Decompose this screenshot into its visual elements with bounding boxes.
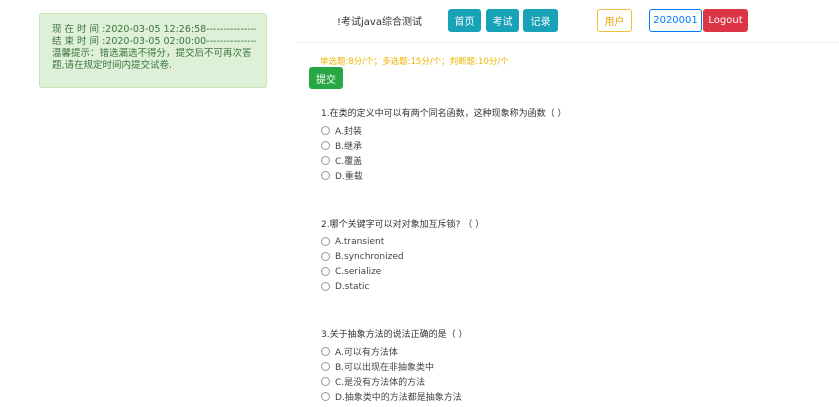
option-b[interactable]: B.synchronized (321, 249, 484, 264)
radio-button[interactable] (321, 252, 330, 261)
question-1: 1.在类的定义中可以有两个同名函数，这种现象称为函数（ ） A.封装 B.继承 … (321, 106, 566, 183)
question-text: 1.在类的定义中可以有两个同名函数，这种现象称为函数（ ） (321, 109, 567, 119)
user-button[interactable]: 用户 (597, 9, 632, 32)
exam-notice-text: 温馨提示：错选漏选不得分，提交后不可再次答题,请在规定时间内提交试卷. (52, 48, 252, 71)
option-d[interactable]: D.抽象类中的方法都是抽象方法 (321, 389, 467, 404)
option-c[interactable]: C.覆盖 (321, 153, 566, 168)
option-label: D.static (335, 281, 370, 292)
radio-button[interactable] (321, 141, 330, 150)
header-divider (296, 42, 839, 43)
scoring-info: 单选题:8分/个；多选题:15分/个；判断题:10分/个 (320, 57, 509, 67)
option-c[interactable]: C.是没有方法体的方法 (321, 374, 467, 389)
question-2: 2.哪个关键字可以对对象加互斥锁? （ ） A.transient B.sync… (321, 217, 484, 294)
option-label: B.synchronized (335, 251, 404, 262)
radio-button[interactable] (321, 347, 330, 356)
radio-button[interactable] (321, 156, 330, 165)
home-button[interactable]: 首页 (448, 9, 481, 32)
logout-button[interactable]: Logout (703, 9, 748, 32)
option-b[interactable]: B.继承 (321, 138, 566, 153)
option-a[interactable]: A.transient (321, 234, 484, 249)
option-label: A.transient (335, 236, 385, 247)
option-a[interactable]: A.封装 (321, 123, 566, 138)
option-label: D.抽象类中的方法都是抽象方法 (335, 393, 462, 403)
option-label: C.覆盖 (335, 157, 363, 167)
exam-title: !考试java综合测试 (337, 17, 422, 28)
end-time-text: 结 束 时 间 :2020-03-05 02:00:00------------… (52, 36, 256, 47)
radio-button[interactable] (321, 392, 330, 401)
radio-button[interactable] (321, 377, 330, 386)
question-text: 2.哪个关键字可以对对象加互斥锁? （ ） (321, 220, 485, 230)
option-label: C.serialize (335, 266, 382, 277)
option-d[interactable]: D.static (321, 279, 484, 294)
question-3: 3.关于抽象方法的说法正确的是（ ） A.可以有方法体 B.可以出现在非抽象类中… (321, 327, 467, 404)
option-label: A.可以有方法体 (335, 348, 398, 358)
option-c[interactable]: C.serialize (321, 264, 484, 279)
option-label: B.可以出现在非抽象类中 (335, 363, 435, 373)
submit-button[interactable]: 提交 (309, 67, 343, 89)
exam-timer-panel: 现 在 时 间 :2020-03-05 12:26:58------------… (39, 13, 267, 88)
option-label: A.封装 (335, 127, 362, 137)
exam-button[interactable]: 考试 (486, 9, 519, 32)
option-label: D.重载 (335, 172, 363, 182)
current-time-text: 现 在 时 间 :2020-03-05 12:26:58------------… (52, 24, 256, 35)
radio-button[interactable] (321, 171, 330, 180)
option-label: B.继承 (335, 142, 363, 152)
option-d[interactable]: D.重载 (321, 168, 566, 183)
option-a[interactable]: A.可以有方法体 (321, 344, 467, 359)
radio-button[interactable] (321, 237, 330, 246)
radio-button[interactable] (321, 126, 330, 135)
records-button[interactable]: 记录 (523, 9, 558, 32)
option-b[interactable]: B.可以出现在非抽象类中 (321, 359, 467, 374)
user-id-button[interactable]: 2020001 (649, 9, 702, 32)
question-text: 3.关于抽象方法的说法正确的是（ ） (321, 330, 468, 340)
option-label: C.是没有方法体的方法 (335, 378, 426, 388)
radio-button[interactable] (321, 362, 330, 371)
radio-button[interactable] (321, 282, 330, 291)
radio-button[interactable] (321, 267, 330, 276)
